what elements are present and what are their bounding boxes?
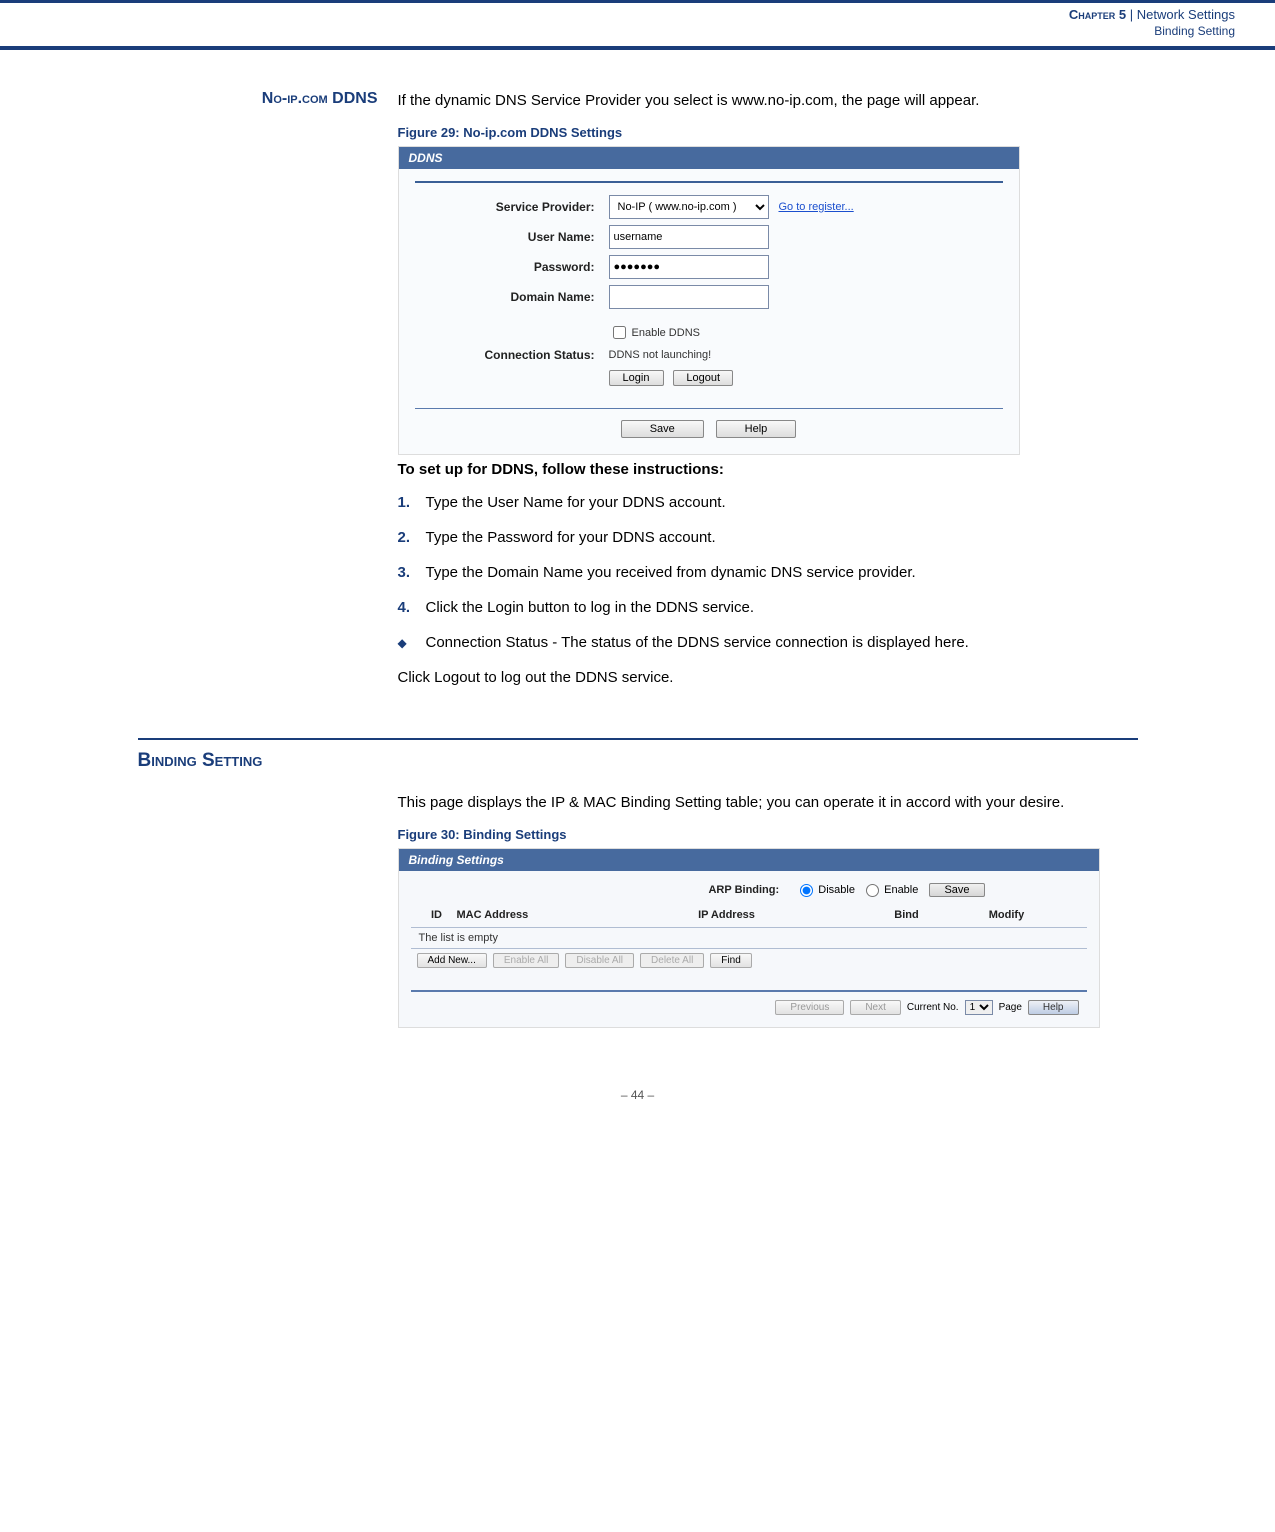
instructions-list: 1.Type the User Name for your DDNS accou… — [398, 492, 1138, 618]
login-button[interactable]: Login — [609, 370, 664, 386]
binding-panel-title: Binding Settings — [399, 849, 1099, 871]
binding-table-empty: The list is empty — [411, 928, 1087, 948]
username-input[interactable] — [609, 225, 769, 249]
conn-status-bullet: Connection Status - The status of the DD… — [426, 632, 969, 653]
chapter-title: Network Settings — [1137, 7, 1235, 22]
header-subtitle: Binding Setting — [0, 24, 1235, 38]
current-no-select[interactable]: 1 — [965, 1000, 993, 1015]
instructions-heading: To set up for DDNS, follow these instruc… — [398, 461, 1138, 478]
page-content: No-ip.com DDNS If the dynamic DNS Servic… — [138, 50, 1138, 1162]
help-button[interactable]: Help — [716, 420, 797, 438]
enable-all-button[interactable]: Enable All — [493, 953, 559, 968]
section2-title: Binding Setting — [138, 750, 1138, 772]
password-input[interactable] — [609, 255, 769, 279]
enable-ddns-label: Enable DDNS — [632, 327, 700, 339]
panel-top-rule — [415, 181, 1003, 183]
logout-button[interactable]: Logout — [673, 370, 733, 386]
register-link[interactable]: Go to register... — [779, 201, 854, 213]
password-label: Password: — [415, 260, 609, 274]
step-num-2: 2. — [398, 527, 426, 548]
step-text-4: Click the Login button to log in the DDN… — [426, 597, 755, 618]
step-num-1: 1. — [398, 492, 426, 513]
chapter-sep: | — [1126, 7, 1137, 22]
next-button[interactable]: Next — [850, 1000, 901, 1015]
delete-all-button[interactable]: Delete All — [640, 953, 704, 968]
conn-status-value: DDNS not launching! — [609, 349, 712, 361]
step-num-4: 4. — [398, 597, 426, 618]
pager-help-button[interactable]: Help — [1028, 1000, 1079, 1015]
service-provider-select[interactable]: No-IP ( www.no-ip.com ) — [609, 195, 769, 219]
panel-bottom-rule — [415, 408, 1003, 409]
arp-enable-radio[interactable] — [866, 884, 879, 897]
arp-disable-label: Disable — [818, 884, 855, 896]
page-number: – 44 – — [138, 1088, 1138, 1102]
step-text-3: Type the Domain Name you received from d… — [426, 562, 916, 583]
current-no-label: Current No. — [907, 1002, 959, 1013]
step-text-1: Type the User Name for your DDNS account… — [426, 492, 726, 513]
binding-table-header: ID MAC Address IP Address Bind Modify — [411, 907, 1087, 928]
diamond-bullet-icon: ◆ — [398, 632, 426, 652]
col-modify: Modify — [967, 909, 1047, 921]
arp-enable-label: Enable — [884, 884, 918, 896]
step-text-2: Type the Password for your DDNS account. — [426, 527, 716, 548]
save-button[interactable]: Save — [621, 420, 704, 438]
domain-name-input[interactable] — [609, 285, 769, 309]
figure30-caption: Figure 30: Binding Settings — [398, 827, 1138, 842]
header: Chapter 5 | Network Settings Binding Set… — [0, 0, 1275, 50]
find-button[interactable]: Find — [710, 953, 751, 968]
binding-panel: Binding Settings ARP Binding: Disable En… — [398, 848, 1100, 1028]
col-id: ID — [417, 909, 457, 921]
section2-intro: This page displays the IP & MAC Binding … — [398, 792, 1138, 813]
username-label: User Name: — [415, 230, 609, 244]
figure29-caption: Figure 29: No-ip.com DDNS Settings — [398, 125, 1138, 140]
arp-disable-radio[interactable] — [800, 884, 813, 897]
section1-margin-title: No-ip.com DDNS — [138, 90, 398, 108]
section-divider — [138, 738, 1138, 740]
enable-ddns-checkbox[interactable] — [613, 326, 626, 339]
chapter-label: Chapter 5 — [1069, 7, 1126, 22]
disable-all-button[interactable]: Disable All — [565, 953, 634, 968]
step-num-3: 3. — [398, 562, 426, 583]
service-provider-label: Service Provider: — [415, 200, 609, 214]
col-ip: IP Address — [607, 909, 847, 921]
add-new-button[interactable]: Add New... — [417, 953, 487, 968]
col-mac: MAC Address — [457, 909, 607, 921]
ddns-panel: DDNS Service Provider: No-IP ( www.no-ip… — [398, 146, 1020, 455]
previous-button[interactable]: Previous — [775, 1000, 844, 1015]
domain-name-label: Domain Name: — [415, 290, 609, 304]
conn-status-label: Connection Status: — [415, 348, 609, 362]
col-bind: Bind — [847, 909, 967, 921]
logout-line: Click Logout to log out the DDNS service… — [398, 667, 1138, 688]
page-label: Page — [999, 1002, 1022, 1013]
ddns-panel-title: DDNS — [399, 147, 1019, 169]
arp-save-button[interactable]: Save — [929, 883, 984, 897]
arp-binding-label: ARP Binding: — [708, 884, 779, 896]
pager-rule — [411, 990, 1087, 992]
section1-intro: If the dynamic DNS Service Provider you … — [398, 90, 1138, 111]
